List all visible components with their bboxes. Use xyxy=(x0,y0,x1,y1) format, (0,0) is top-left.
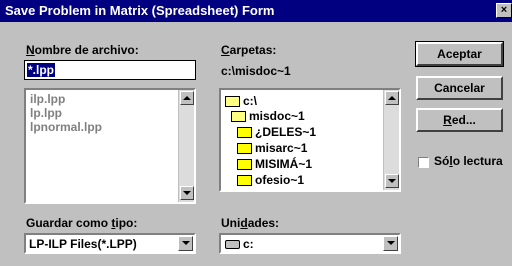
filename-input[interactable]: *.lpp xyxy=(24,60,196,80)
folder-name: ¿DELES~1 xyxy=(255,125,317,139)
open-folder-icon xyxy=(225,96,240,107)
folder-name: misdoc~1 xyxy=(249,109,305,123)
down-arrow-icon xyxy=(183,191,191,195)
chevron-down-icon xyxy=(386,241,395,245)
file-list-scrollbar[interactable] xyxy=(178,90,194,202)
folder-name: misarc~1 xyxy=(255,141,308,155)
scroll-down-button[interactable] xyxy=(385,174,399,188)
folder-tree[interactable]: c:\ misdoc~1 ¿DELES~1 misarc~1 MISIMÁ~1 … xyxy=(219,88,401,192)
folder-name: MISIMÁ~1 xyxy=(255,157,313,171)
drives-label-pre: Uni xyxy=(221,216,241,230)
folder-item[interactable]: ofesio~1 xyxy=(237,173,382,188)
network-button-text: ed... xyxy=(451,113,476,127)
chevron-down-icon xyxy=(181,241,190,245)
cancel-button[interactable]: Cancelar xyxy=(416,76,503,100)
save-type-value: LP-ILP Files(*.LPP) xyxy=(29,237,137,251)
down-arrow-icon xyxy=(388,179,396,183)
readonly-label-post: o lectura xyxy=(452,154,503,168)
folder-name: ofesio~1 xyxy=(255,173,305,187)
drive-icon xyxy=(225,240,240,249)
close-button[interactable]: × xyxy=(496,3,512,18)
folder-item[interactable]: misarc~1 xyxy=(237,141,382,156)
save-type-label-pre: Guardar como xyxy=(26,216,112,230)
drives-dropdown-button[interactable] xyxy=(383,236,398,251)
up-arrow-icon xyxy=(183,96,191,100)
drives-value: c: xyxy=(243,237,254,251)
filename-label-mnemonic: N xyxy=(26,43,35,57)
drives-label-post: ades: xyxy=(247,216,280,230)
folder-icon xyxy=(237,159,252,170)
current-folder-path: c:\misdoc~1 xyxy=(221,64,291,78)
save-type-label-post: ipo: xyxy=(115,216,138,230)
save-type-label: Guardar como tipo: xyxy=(26,216,137,230)
save-type-dropdown-button[interactable] xyxy=(178,236,193,251)
folder-item[interactable]: MISIMÁ~1 xyxy=(237,157,382,172)
network-button[interactable]: Red... xyxy=(416,108,503,132)
readonly-label[interactable]: Sólo lectura xyxy=(434,154,503,168)
readonly-checkbox[interactable] xyxy=(418,157,429,168)
folders-label-mnemonic: C xyxy=(221,43,230,57)
scroll-up-button[interactable] xyxy=(180,91,194,105)
file-list[interactable]: ilp.lpp lp.lpp lpnormal.lpp xyxy=(24,88,196,204)
folder-tree-scrollbar[interactable] xyxy=(383,90,399,190)
folder-item[interactable]: c:\ xyxy=(225,94,385,109)
accept-button[interactable]: Aceptar xyxy=(415,41,504,67)
title-bar[interactable]: Save Problem in Matrix (Spreadsheet) For… xyxy=(0,0,512,22)
window-title: Save Problem in Matrix (Spreadsheet) For… xyxy=(5,3,275,18)
save-type-select[interactable]: LP-ILP Files(*.LPP) xyxy=(24,233,196,254)
drives-select[interactable]: c: xyxy=(219,233,401,254)
folder-icon xyxy=(237,127,252,138)
file-list-item[interactable]: lpnormal.lpp xyxy=(30,120,102,134)
network-button-mnemonic: R xyxy=(443,113,452,127)
folders-label-text: arpetas: xyxy=(229,43,277,57)
file-list-item[interactable]: lp.lpp xyxy=(30,106,62,120)
filename-label: Nombre de archivo: xyxy=(26,43,139,57)
folder-icon xyxy=(237,143,252,154)
open-folder-icon xyxy=(231,111,246,122)
up-arrow-icon xyxy=(388,96,396,100)
drives-label-mnemonic: d xyxy=(240,216,248,230)
filename-label-text: ombre de archivo: xyxy=(34,43,139,57)
folders-label: Carpetas: xyxy=(221,43,276,57)
folder-name: c:\ xyxy=(243,94,258,108)
filename-value: *.lpp xyxy=(27,63,55,77)
folder-icon xyxy=(237,175,252,186)
folder-item[interactable]: ¿DELES~1 xyxy=(237,125,382,140)
folder-item[interactable]: misdoc~1 xyxy=(231,109,381,124)
close-icon: × xyxy=(500,4,508,16)
file-list-item[interactable]: ilp.lpp xyxy=(30,92,65,106)
drives-label: Unidades: xyxy=(221,216,279,230)
scroll-down-button[interactable] xyxy=(180,186,194,200)
scroll-up-button[interactable] xyxy=(385,91,399,105)
readonly-label-pre: Só xyxy=(434,154,450,168)
